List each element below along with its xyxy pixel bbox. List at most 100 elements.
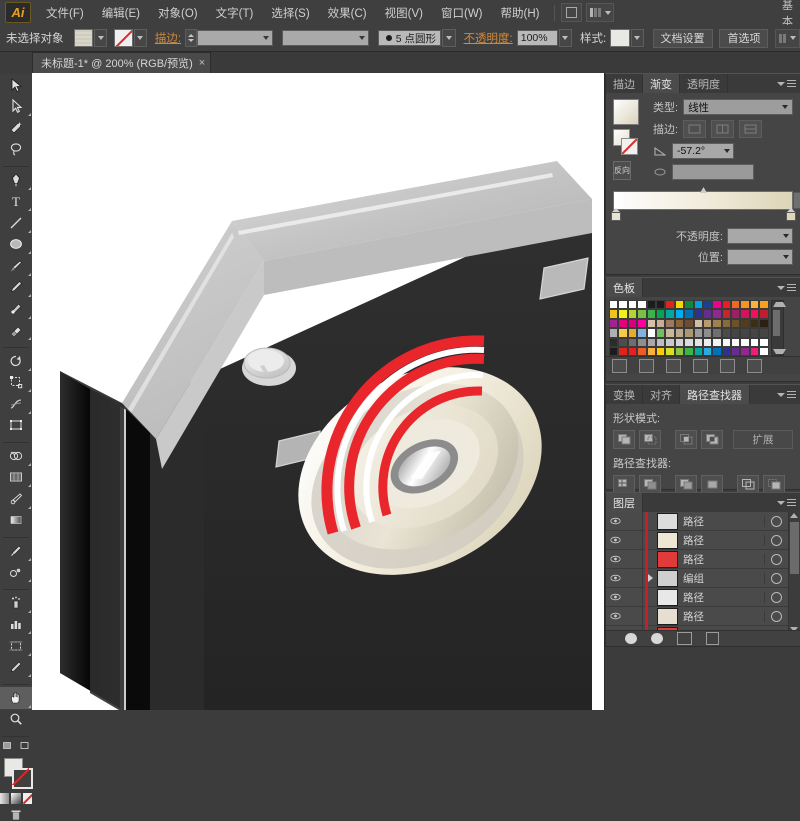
- symbol-sprayer-tool[interactable]: [0, 592, 32, 614]
- swatch-0[interactable]: [609, 300, 619, 310]
- swatch-4[interactable]: [646, 300, 656, 310]
- brush-dropdown[interactable]: [442, 29, 456, 47]
- swatch-95[interactable]: [702, 346, 713, 357]
- swatch-23[interactable]: [665, 309, 675, 319]
- menu-select[interactable]: 选择(S): [262, 2, 318, 24]
- swatch-70[interactable]: [627, 337, 638, 347]
- blend-tool[interactable]: [0, 562, 32, 584]
- swatch-78[interactable]: [702, 337, 713, 347]
- swatch-79[interactable]: [712, 337, 722, 347]
- swatch-58[interactable]: [674, 328, 685, 338]
- tab-transform[interactable]: 变换: [606, 385, 643, 404]
- visibility-toggle-icon[interactable]: [606, 536, 625, 544]
- lasso-tool[interactable]: [0, 139, 32, 161]
- swatch-2[interactable]: [627, 300, 638, 310]
- swatch-38[interactable]: [646, 318, 656, 329]
- swatch-98[interactable]: [731, 346, 741, 357]
- swatch-options-icon[interactable]: [666, 358, 681, 373]
- color-icon[interactable]: [0, 792, 10, 804]
- layer-row[interactable]: 路径: [606, 550, 800, 569]
- swatch-41[interactable]: [674, 318, 685, 329]
- bridge-button[interactable]: [561, 3, 583, 22]
- gradient-preview-swatch[interactable]: [613, 99, 639, 125]
- swatch-libraries-icon[interactable]: [612, 358, 627, 373]
- minus-front-button[interactable]: [639, 430, 661, 449]
- target-indicator[interactable]: [764, 515, 787, 527]
- column-graph-tool[interactable]: [0, 614, 32, 636]
- visibility-toggle-icon[interactable]: [606, 555, 625, 563]
- swatch-52[interactable]: [618, 328, 628, 338]
- menu-window[interactable]: 窗口(W): [432, 2, 492, 24]
- swatch-grid[interactable]: [609, 300, 769, 357]
- swatch-51[interactable]: [609, 328, 619, 338]
- lock-toggle[interactable]: [625, 588, 643, 606]
- swatch-66[interactable]: [749, 328, 760, 338]
- swatch-72[interactable]: [646, 337, 656, 347]
- swatch-85[interactable]: [609, 346, 619, 357]
- swatch-9[interactable]: [693, 300, 703, 310]
- lock-toggle[interactable]: [625, 550, 643, 568]
- stroke-gradient-along-button[interactable]: [711, 120, 735, 138]
- swatch-21[interactable]: [646, 309, 656, 319]
- swatch-22[interactable]: [655, 309, 666, 319]
- stroke-dropdown[interactable]: [133, 29, 147, 47]
- swatch-35[interactable]: [618, 318, 628, 329]
- swatch-8[interactable]: [684, 300, 694, 310]
- tab-pathfinder[interactable]: 路径查找器: [680, 385, 750, 404]
- hand-tool[interactable]: [0, 687, 32, 709]
- visibility-toggle-icon[interactable]: [606, 517, 625, 525]
- swatch-73[interactable]: [655, 337, 666, 347]
- document-tab[interactable]: 未标题-1* @ 200% (RGB/预览) ×: [32, 52, 212, 73]
- tab-transparency[interactable]: 透明度: [680, 74, 728, 93]
- gradient-stop-start[interactable]: [611, 208, 621, 221]
- swatch-54[interactable]: [637, 328, 647, 338]
- swatch-53[interactable]: [627, 328, 638, 338]
- document-setup-button[interactable]: 文档设置: [652, 28, 713, 48]
- swatch-83[interactable]: [749, 337, 760, 347]
- swatch-74[interactable]: [665, 337, 675, 347]
- swatch-59[interactable]: [684, 328, 694, 338]
- swatch-63[interactable]: [721, 328, 732, 338]
- target-indicator[interactable]: [764, 553, 787, 565]
- menu-effect[interactable]: 效果(C): [319, 2, 376, 24]
- swatch-97[interactable]: [721, 346, 732, 357]
- create-new-sublayer-icon[interactable]: [651, 633, 663, 644]
- swatch-100[interactable]: [749, 346, 760, 357]
- swatch-60[interactable]: [693, 328, 703, 338]
- fill-color-swatch[interactable]: [73, 29, 93, 47]
- menu-object[interactable]: 对象(O): [149, 2, 207, 24]
- gradient-midpoint[interactable]: [700, 184, 707, 193]
- swatch-57[interactable]: [665, 328, 675, 338]
- swatch-33[interactable]: [759, 309, 769, 319]
- swatch-101[interactable]: [759, 346, 769, 357]
- swatch-5[interactable]: [655, 300, 666, 310]
- swatch-1[interactable]: [618, 300, 628, 310]
- shape-builder-tool[interactable]: [0, 445, 32, 467]
- gradient-ramp-delete[interactable]: [793, 192, 800, 209]
- swatch-86[interactable]: [618, 346, 628, 357]
- perspective-grid-tool[interactable]: [0, 467, 32, 489]
- layer-row[interactable]: 路径: [606, 512, 800, 531]
- swatch-92[interactable]: [674, 346, 685, 357]
- swatch-87[interactable]: [627, 346, 638, 357]
- control-overflow-button[interactable]: [775, 28, 800, 48]
- layer-row[interactable]: 路径: [606, 588, 800, 607]
- swatch-29[interactable]: [721, 309, 732, 319]
- visibility-toggle-icon[interactable]: [606, 612, 625, 620]
- slice-tool[interactable]: [0, 657, 32, 679]
- gradient-stop-end[interactable]: [786, 208, 796, 221]
- intersect-button[interactable]: [675, 430, 697, 449]
- new-swatch-icon[interactable]: [720, 358, 735, 373]
- reverse-gradient-button[interactable]: 反向: [613, 161, 631, 180]
- stroke-weight-link[interactable]: 描边:: [155, 30, 181, 46]
- paintbrush-tool[interactable]: [0, 255, 32, 277]
- stroke-gradient-within-button[interactable]: [683, 120, 707, 138]
- swatch-26[interactable]: [693, 309, 703, 319]
- style-dropdown[interactable]: [630, 29, 644, 47]
- swatch-37[interactable]: [637, 318, 647, 329]
- tab-layers[interactable]: 图层: [606, 493, 643, 512]
- type-tool[interactable]: T: [0, 191, 32, 213]
- swatch-80[interactable]: [721, 337, 732, 347]
- visibility-toggle-icon[interactable]: [606, 593, 625, 601]
- gradient-ramp[interactable]: [613, 191, 793, 210]
